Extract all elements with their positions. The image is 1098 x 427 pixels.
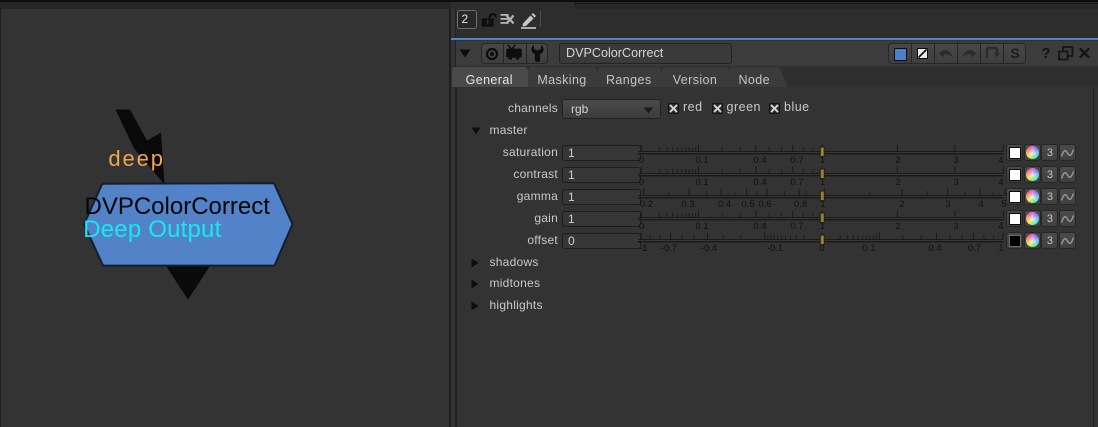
svg-text:-1: -1 [639, 243, 647, 254]
svg-text:0.4: 0.4 [928, 243, 941, 254]
svg-text:0.1: 0.1 [862, 243, 875, 254]
svg-text:-0.4: -0.4 [701, 243, 717, 254]
svg-text:-0.1: -0.1 [767, 243, 783, 254]
svg-text:1: 1 [998, 243, 1003, 254]
svg-text:0.7: 0.7 [968, 243, 981, 254]
svg-text:-0.7: -0.7 [661, 243, 677, 254]
